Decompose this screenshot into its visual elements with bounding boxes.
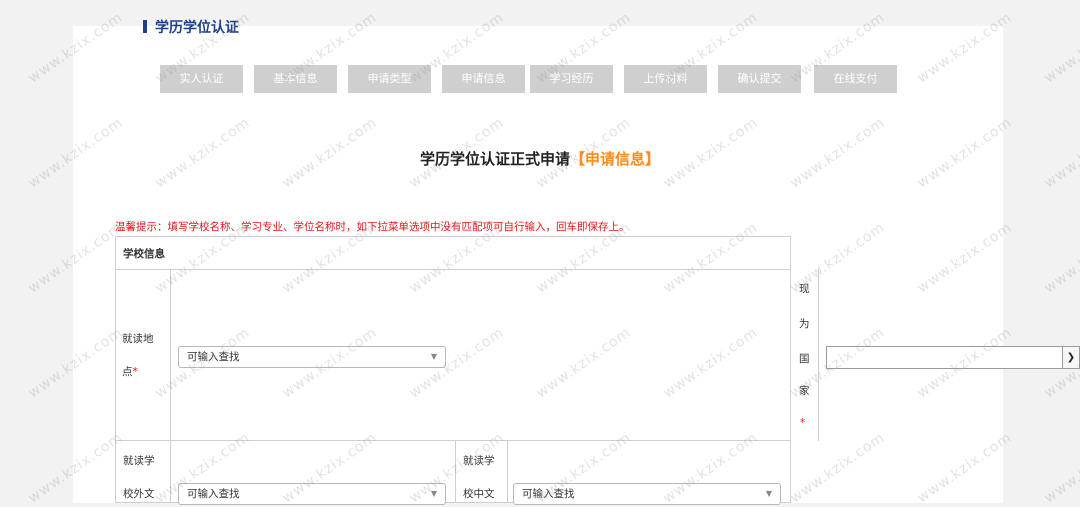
row-divider <box>115 269 791 270</box>
location-label-line2: 点 <box>122 366 133 378</box>
school-chinese-label-line2: 校中文 <box>463 488 495 500</box>
step-4[interactable]: 申请信息 <box>442 65 525 93</box>
school-chinese-label-line1: 就读学 <box>463 455 495 467</box>
chevron-down-icon[interactable]: ❯ <box>1062 347 1079 368</box>
location-label-line1: 就读地 <box>122 333 154 345</box>
location-label: 就读地 <box>122 331 154 347</box>
school-foreign-label-line1: 就读学 <box>123 455 155 467</box>
school-foreign-placeholder: 可输入查找 <box>187 488 240 500</box>
form-table <box>115 236 791 503</box>
required-mark: * <box>132 366 138 378</box>
step-1[interactable]: 实人认证 <box>160 65 243 93</box>
school-chinese-placeholder: 可输入查找 <box>522 488 575 500</box>
step-7[interactable]: 确认提交 <box>718 65 801 93</box>
school-foreign-select[interactable]: 可输入查找 ▼ <box>178 483 446 505</box>
section-title-text: 学历学位认证 <box>155 20 239 36</box>
country-label-char-2: 为 <box>799 318 810 330</box>
location-placeholder: 可输入查找 <box>187 351 240 363</box>
location-label-2: 点* <box>122 364 138 380</box>
col-divider <box>507 441 508 503</box>
country-label-char-1: 现 <box>799 283 810 295</box>
title-bar-decoration <box>143 20 147 33</box>
row-divider <box>115 440 791 441</box>
school-chinese-select[interactable]: 可输入查找 ▼ <box>513 483 781 505</box>
page-heading: 学历学位认证正式申请【申请信息】 <box>0 148 1080 169</box>
country-label-char-3: 国 <box>799 353 810 365</box>
step-8[interactable]: 在线支付 <box>814 65 897 93</box>
location-select[interactable]: 可输入查找 ▼ <box>178 346 446 368</box>
step-2[interactable]: 基本信息 <box>254 65 337 93</box>
step-5[interactable]: 学习经历 <box>530 65 613 93</box>
step-3[interactable]: 申请类型 <box>348 65 431 93</box>
section-title: 学历学位认证 <box>143 17 239 37</box>
col-divider <box>170 269 171 503</box>
col-divider <box>455 441 456 503</box>
watermark: www.kzix.com <box>1041 9 1080 87</box>
watermark: www.kzix.com <box>1041 429 1080 507</box>
school-foreign-label-line2: 校外文 <box>123 488 155 500</box>
col-divider <box>790 269 791 441</box>
country-select[interactable]: ❯ <box>826 346 1080 369</box>
step-6[interactable]: 上传材料 <box>624 65 707 93</box>
col-divider <box>818 269 819 441</box>
watermark: www.kzix.com <box>1041 219 1080 297</box>
country-label-char-4: 家 <box>799 385 810 397</box>
chevron-down-icon: ▼ <box>430 352 437 361</box>
country-required-mark: * <box>800 417 806 429</box>
heading-main: 学历学位认证正式申请 <box>419 150 570 168</box>
notice-text: 温馨提示：填写学校名称、学习专业、学位名称时，如下拉菜单选项中没有匹配项可自行输… <box>115 221 630 233</box>
heading-highlight: 【申请信息】 <box>570 150 661 168</box>
chevron-down-icon: ▼ <box>765 489 772 498</box>
school-info-header: 学校信息 <box>123 248 165 260</box>
chevron-down-icon: ▼ <box>430 489 437 498</box>
